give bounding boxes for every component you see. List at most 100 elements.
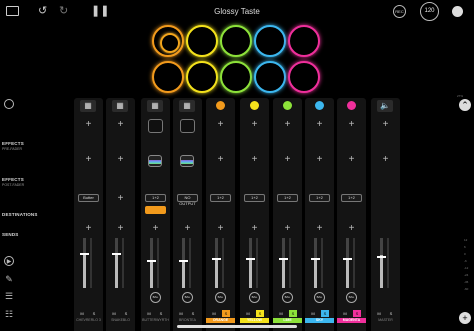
add-send-button[interactable]: + — [240, 224, 269, 234]
effect-slot[interactable] — [148, 119, 163, 133]
solo-button[interactable]: S — [222, 310, 230, 317]
fader-knob[interactable] — [112, 253, 121, 255]
volume-fader[interactable] — [115, 238, 118, 288]
pad-view-icon[interactable] — [4, 99, 14, 109]
add-post-effect-button[interactable]: + — [240, 155, 269, 165]
solo-button[interactable]: S — [122, 310, 130, 317]
record-button[interactable]: REC — [393, 5, 406, 18]
mute-button[interactable]: M — [341, 310, 349, 317]
fader-knob[interactable] — [311, 258, 320, 260]
list-icon[interactable]: ☰ — [4, 291, 14, 301]
track-instrument-icon[interactable]: ▦ — [147, 100, 163, 112]
add-send-button[interactable]: + — [173, 224, 202, 234]
solo-button[interactable]: S — [289, 310, 297, 317]
mute-button[interactable]: M — [309, 310, 317, 317]
add-effect-button[interactable]: + — [273, 120, 302, 130]
add-destination-button[interactable]: + — [106, 194, 135, 204]
add-send-button[interactable]: + — [141, 224, 170, 234]
pad-6[interactable] — [152, 61, 184, 93]
fader-knob[interactable] — [179, 260, 188, 262]
fader-knob[interactable] — [343, 258, 352, 260]
settings-icon[interactable] — [452, 6, 463, 17]
add-track-icon[interactable]: + — [459, 312, 471, 324]
pan-knob[interactable]: BAL — [215, 292, 226, 303]
add-send-button[interactable]: + — [305, 224, 334, 234]
pad-3[interactable] — [220, 25, 252, 57]
mute-button[interactable]: M — [277, 310, 285, 317]
collapse-icon[interactable]: ⌃ — [459, 99, 471, 111]
tempo-button[interactable]: 120 — [420, 2, 439, 21]
add-send-button[interactable]: + — [206, 224, 235, 234]
speaker-icon[interactable]: 🔈 — [377, 100, 393, 112]
mute-button[interactable]: M — [375, 310, 383, 317]
fader-knob[interactable] — [279, 258, 288, 260]
add-post-effect-button[interactable]: + — [371, 155, 400, 165]
destination-chip[interactable]: 1+2 — [341, 194, 362, 202]
track-color-dot[interactable] — [347, 101, 356, 110]
track-instrument-icon[interactable]: ▦ — [179, 100, 195, 112]
mute-button[interactable]: M — [110, 310, 118, 317]
pad-10[interactable] — [288, 61, 320, 93]
solo-button[interactable]: S — [90, 310, 98, 317]
add-effect-button[interactable]: + — [305, 120, 334, 130]
add-post-effect-button[interactable]: + — [106, 155, 135, 165]
add-post-effect-button[interactable]: + — [206, 155, 235, 165]
pad-1[interactable] — [152, 25, 184, 57]
pan-knob[interactable]: BAL — [346, 292, 357, 303]
fader-knob[interactable] — [80, 253, 89, 255]
fader-knob[interactable] — [246, 258, 255, 260]
destination-chip[interactable]: 1+2 — [309, 194, 330, 202]
pan-knob[interactable]: BAL — [182, 292, 193, 303]
add-post-effect-button[interactable]: + — [74, 155, 103, 165]
pad-8[interactable] — [220, 61, 252, 93]
solo-button[interactable]: S — [353, 310, 361, 317]
play-icon[interactable]: ▶ — [4, 256, 14, 266]
mute-button[interactable]: M — [145, 310, 153, 317]
add-post-effect-button[interactable]: + — [305, 155, 334, 165]
solo-button[interactable]: S — [321, 310, 329, 317]
track-instrument-icon[interactable]: ▦ — [112, 100, 128, 112]
add-effect-button[interactable]: + — [206, 120, 235, 130]
volume-fader[interactable] — [249, 238, 252, 288]
fader-knob[interactable] — [377, 256, 386, 258]
pad-5[interactable] — [288, 25, 320, 57]
destination-chip[interactable]: 1+2 — [277, 194, 298, 202]
add-send-button[interactable]: + — [337, 224, 366, 234]
destination-chip[interactable]: Butter — [78, 194, 99, 202]
mute-button[interactable]: M — [78, 310, 86, 317]
effect-slot[interactable] — [180, 119, 195, 133]
volume-fader[interactable] — [150, 238, 153, 288]
track-color-dot[interactable] — [216, 101, 225, 110]
volume-fader[interactable] — [83, 238, 86, 288]
pencil-icon[interactable]: ✎ — [4, 274, 14, 284]
track-color-dot[interactable] — [283, 101, 292, 110]
solo-button[interactable]: S — [387, 310, 395, 317]
solo-button[interactable]: S — [157, 310, 165, 317]
track-color-dot[interactable] — [315, 101, 324, 110]
pan-knob[interactable]: BAL — [314, 292, 325, 303]
pad-7[interactable] — [186, 61, 218, 93]
effect-plugin-icon[interactable] — [148, 155, 162, 167]
volume-fader[interactable] — [182, 238, 185, 288]
add-effect-button[interactable]: + — [106, 120, 135, 130]
fader-knob[interactable] — [212, 258, 221, 260]
add-effect-button[interactable]: + — [337, 120, 366, 130]
mute-button[interactable]: M — [244, 310, 252, 317]
destination-chip[interactable]: NO OUTPUT — [177, 194, 198, 206]
pan-knob[interactable]: BAL — [150, 292, 161, 303]
add-post-effect-button[interactable]: + — [337, 155, 366, 165]
add-send-button[interactable]: + — [273, 224, 302, 234]
add-send-button[interactable]: + — [74, 224, 103, 234]
mute-button[interactable]: M — [177, 310, 185, 317]
destination-chip[interactable]: 1+2 — [145, 194, 166, 202]
add-effect-button[interactable]: + — [74, 120, 103, 130]
track-color-dot[interactable] — [250, 101, 259, 110]
pad-9[interactable] — [254, 61, 286, 93]
solo-button[interactable]: S — [189, 310, 197, 317]
effect-plugin-icon[interactable] — [180, 155, 194, 167]
add-send-button[interactable]: + — [106, 224, 135, 234]
volume-fader[interactable] — [215, 238, 218, 288]
pan-knob[interactable]: BAL — [282, 292, 293, 303]
add-effect-button[interactable]: + — [371, 120, 400, 130]
fader-knob[interactable] — [147, 260, 156, 262]
